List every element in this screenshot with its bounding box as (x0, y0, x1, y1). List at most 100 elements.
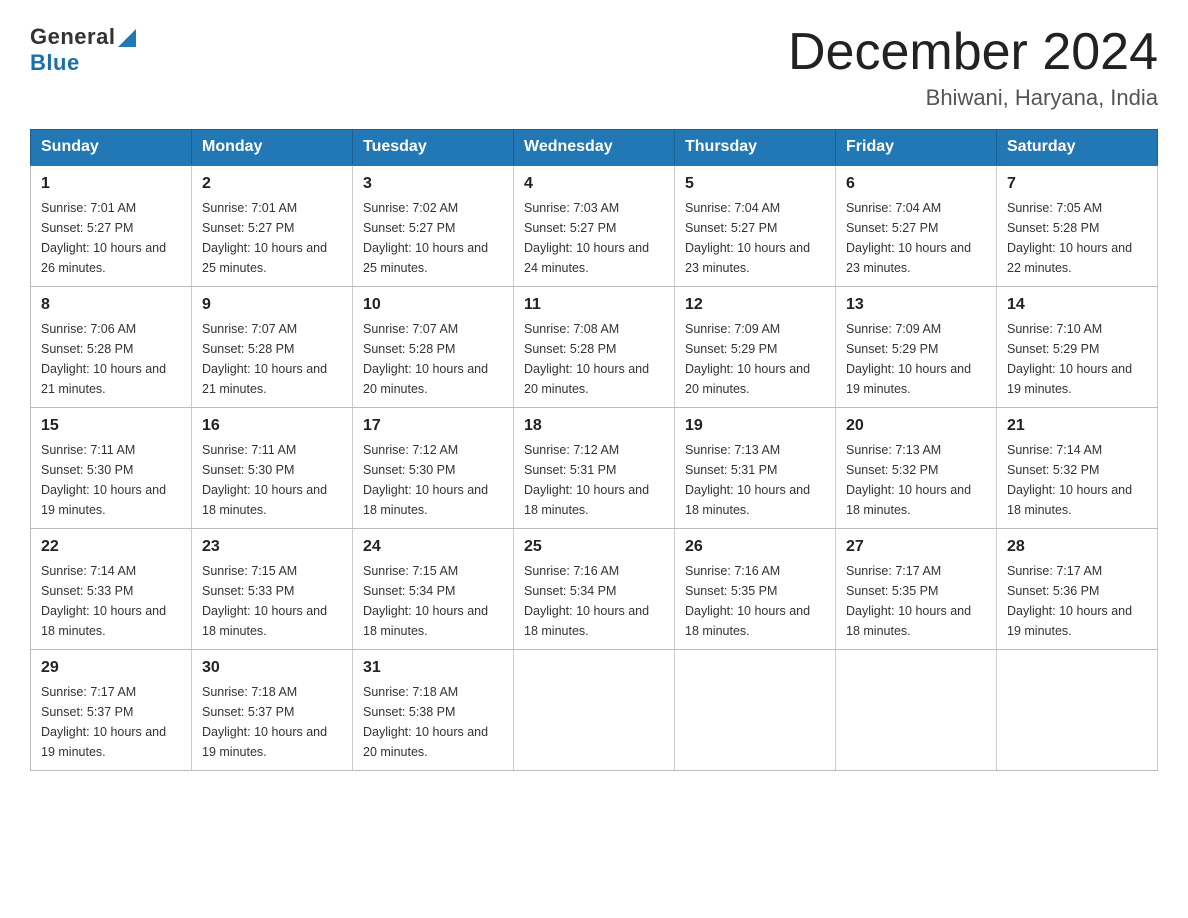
calendar-cell: 10 Sunrise: 7:07 AMSunset: 5:28 PMDayligh… (353, 287, 514, 408)
calendar-cell: 18 Sunrise: 7:12 AMSunset: 5:31 PMDayligh… (514, 408, 675, 529)
logo-triangle-icon (118, 29, 136, 47)
calendar-cell: 24Sunrise: 7:15 AMSunset: 5:34 PMDayligh… (353, 529, 514, 650)
calendar-cell: 21 Sunrise: 7:14 AMSunset: 5:32 PMDayligh… (997, 408, 1158, 529)
week-row-1: 1Sunrise: 7:01 AMSunset: 5:27 PMDaylight… (31, 165, 1158, 287)
day-number: 2 (202, 172, 342, 196)
day-number: 22 (41, 535, 181, 559)
day-number: 10 (363, 293, 503, 317)
header-row: SundayMondayTuesdayWednesdayThursdayFrid… (31, 130, 1158, 166)
calendar-cell: 16Sunrise: 7:11 AMSunset: 5:30 PMDayligh… (192, 408, 353, 529)
day-info: Sunrise: 7:11 AMSunset: 5:30 PMDaylight:… (41, 443, 166, 517)
day-number: 20 (846, 414, 986, 438)
calendar-header: SundayMondayTuesdayWednesdayThursdayFrid… (31, 130, 1158, 166)
day-info: Sunrise: 7:04 AMSunset: 5:27 PMDaylight:… (685, 201, 810, 275)
day-info: Sunrise: 7:12 AMSunset: 5:30 PMDaylight:… (363, 443, 488, 517)
day-info: Sunrise: 7:02 AMSunset: 5:27 PMDaylight:… (363, 201, 488, 275)
header-cell-friday: Friday (836, 130, 997, 166)
calendar-cell: 11 Sunrise: 7:08 AMSunset: 5:28 PMDayligh… (514, 287, 675, 408)
day-info: Sunrise: 7:17 AMSunset: 5:36 PMDaylight:… (1007, 564, 1132, 638)
day-info: Sunrise: 7:15 AMSunset: 5:34 PMDaylight:… (363, 564, 488, 638)
calendar-cell (514, 650, 675, 771)
day-info: Sunrise: 7:14 AMSunset: 5:32 PMDaylight:… (1007, 443, 1132, 517)
day-number: 27 (846, 535, 986, 559)
day-number: 31 (363, 656, 503, 680)
day-number: 17 (363, 414, 503, 438)
day-number: 23 (202, 535, 342, 559)
calendar-cell: 2 Sunrise: 7:01 AMSunset: 5:27 PMDaylight… (192, 165, 353, 287)
day-info: Sunrise: 7:12 AMSunset: 5:31 PMDaylight:… (524, 443, 649, 517)
week-row-5: 29 Sunrise: 7:17 AMSunset: 5:37 PMDayligh… (31, 650, 1158, 771)
day-number: 16 (202, 414, 342, 438)
day-info: Sunrise: 7:06 AMSunset: 5:28 PMDaylight:… (41, 322, 166, 396)
week-row-2: 8Sunrise: 7:06 AMSunset: 5:28 PMDaylight… (31, 287, 1158, 408)
logo-blue-text: Blue (30, 50, 80, 76)
day-info: Sunrise: 7:10 AMSunset: 5:29 PMDaylight:… (1007, 322, 1132, 396)
day-number: 11 (524, 293, 664, 317)
calendar-cell: 27 Sunrise: 7:17 AMSunset: 5:35 PMDayligh… (836, 529, 997, 650)
day-info: Sunrise: 7:07 AMSunset: 5:28 PMDaylight:… (363, 322, 488, 396)
day-number: 21 (1007, 414, 1147, 438)
day-number: 19 (685, 414, 825, 438)
calendar-cell: 13Sunrise: 7:09 AMSunset: 5:29 PMDayligh… (836, 287, 997, 408)
calendar-cell: 5 Sunrise: 7:04 AMSunset: 5:27 PMDaylight… (675, 165, 836, 287)
calendar-cell: 4Sunrise: 7:03 AMSunset: 5:27 PMDaylight… (514, 165, 675, 287)
logo-general-text: General (30, 24, 115, 50)
calendar-cell: 14 Sunrise: 7:10 AMSunset: 5:29 PMDayligh… (997, 287, 1158, 408)
day-info: Sunrise: 7:15 AMSunset: 5:33 PMDaylight:… (202, 564, 327, 638)
header-cell-saturday: Saturday (997, 130, 1158, 166)
calendar-cell: 23 Sunrise: 7:15 AMSunset: 5:33 PMDayligh… (192, 529, 353, 650)
calendar-cell (997, 650, 1158, 771)
week-row-3: 15Sunrise: 7:11 AMSunset: 5:30 PMDayligh… (31, 408, 1158, 529)
calendar-cell: 12 Sunrise: 7:09 AMSunset: 5:29 PMDayligh… (675, 287, 836, 408)
day-number: 12 (685, 293, 825, 317)
header-cell-thursday: Thursday (675, 130, 836, 166)
calendar-cell: 29 Sunrise: 7:17 AMSunset: 5:37 PMDayligh… (31, 650, 192, 771)
day-info: Sunrise: 7:05 AMSunset: 5:28 PMDaylight:… (1007, 201, 1132, 275)
day-info: Sunrise: 7:17 AMSunset: 5:35 PMDaylight:… (846, 564, 971, 638)
day-info: Sunrise: 7:14 AMSunset: 5:33 PMDaylight:… (41, 564, 166, 638)
header-cell-sunday: Sunday (31, 130, 192, 166)
day-info: Sunrise: 7:18 AMSunset: 5:37 PMDaylight:… (202, 685, 327, 759)
week-row-4: 22 Sunrise: 7:14 AMSunset: 5:33 PMDayligh… (31, 529, 1158, 650)
calendar-cell: 15Sunrise: 7:11 AMSunset: 5:30 PMDayligh… (31, 408, 192, 529)
day-info: Sunrise: 7:13 AMSunset: 5:32 PMDaylight:… (846, 443, 971, 517)
day-info: Sunrise: 7:08 AMSunset: 5:28 PMDaylight:… (524, 322, 649, 396)
calendar-cell: 31 Sunrise: 7:18 AMSunset: 5:38 PMDayligh… (353, 650, 514, 771)
calendar-cell: 8Sunrise: 7:06 AMSunset: 5:28 PMDaylight… (31, 287, 192, 408)
day-info: Sunrise: 7:13 AMSunset: 5:31 PMDaylight:… (685, 443, 810, 517)
day-number: 7 (1007, 172, 1147, 196)
calendar-table: SundayMondayTuesdayWednesdayThursdayFrid… (30, 129, 1158, 771)
calendar-cell: 28 Sunrise: 7:17 AMSunset: 5:36 PMDayligh… (997, 529, 1158, 650)
day-number: 18 (524, 414, 664, 438)
day-number: 14 (1007, 293, 1147, 317)
day-number: 28 (1007, 535, 1147, 559)
day-number: 26 (685, 535, 825, 559)
day-number: 5 (685, 172, 825, 196)
calendar-body: 1Sunrise: 7:01 AMSunset: 5:27 PMDaylight… (31, 165, 1158, 771)
header-cell-tuesday: Tuesday (353, 130, 514, 166)
month-title: December 2024 (788, 24, 1158, 81)
day-info: Sunrise: 7:17 AMSunset: 5:37 PMDaylight:… (41, 685, 166, 759)
day-info: Sunrise: 7:01 AMSunset: 5:27 PMDaylight:… (41, 201, 166, 275)
calendar-cell: 22 Sunrise: 7:14 AMSunset: 5:33 PMDayligh… (31, 529, 192, 650)
day-info: Sunrise: 7:09 AMSunset: 5:29 PMDaylight:… (846, 322, 971, 396)
day-number: 9 (202, 293, 342, 317)
day-info: Sunrise: 7:03 AMSunset: 5:27 PMDaylight:… (524, 201, 649, 275)
day-info: Sunrise: 7:16 AMSunset: 5:35 PMDaylight:… (685, 564, 810, 638)
day-info: Sunrise: 7:01 AMSunset: 5:27 PMDaylight:… (202, 201, 327, 275)
calendar-cell: 6Sunrise: 7:04 AMSunset: 5:27 PMDaylight… (836, 165, 997, 287)
day-info: Sunrise: 7:09 AMSunset: 5:29 PMDaylight:… (685, 322, 810, 396)
calendar-cell: 7 Sunrise: 7:05 AMSunset: 5:28 PMDaylight… (997, 165, 1158, 287)
day-info: Sunrise: 7:16 AMSunset: 5:34 PMDaylight:… (524, 564, 649, 638)
day-number: 30 (202, 656, 342, 680)
day-info: Sunrise: 7:18 AMSunset: 5:38 PMDaylight:… (363, 685, 488, 759)
calendar-cell: 26 Sunrise: 7:16 AMSunset: 5:35 PMDayligh… (675, 529, 836, 650)
day-number: 29 (41, 656, 181, 680)
header-cell-monday: Monday (192, 130, 353, 166)
page-header: General Blue December 2024 Bhiwani, Hary… (30, 24, 1158, 111)
calendar-cell (836, 650, 997, 771)
header-cell-wednesday: Wednesday (514, 130, 675, 166)
calendar-cell: 30 Sunrise: 7:18 AMSunset: 5:37 PMDayligh… (192, 650, 353, 771)
calendar-cell: 1Sunrise: 7:01 AMSunset: 5:27 PMDaylight… (31, 165, 192, 287)
calendar-cell: 9Sunrise: 7:07 AMSunset: 5:28 PMDaylight… (192, 287, 353, 408)
